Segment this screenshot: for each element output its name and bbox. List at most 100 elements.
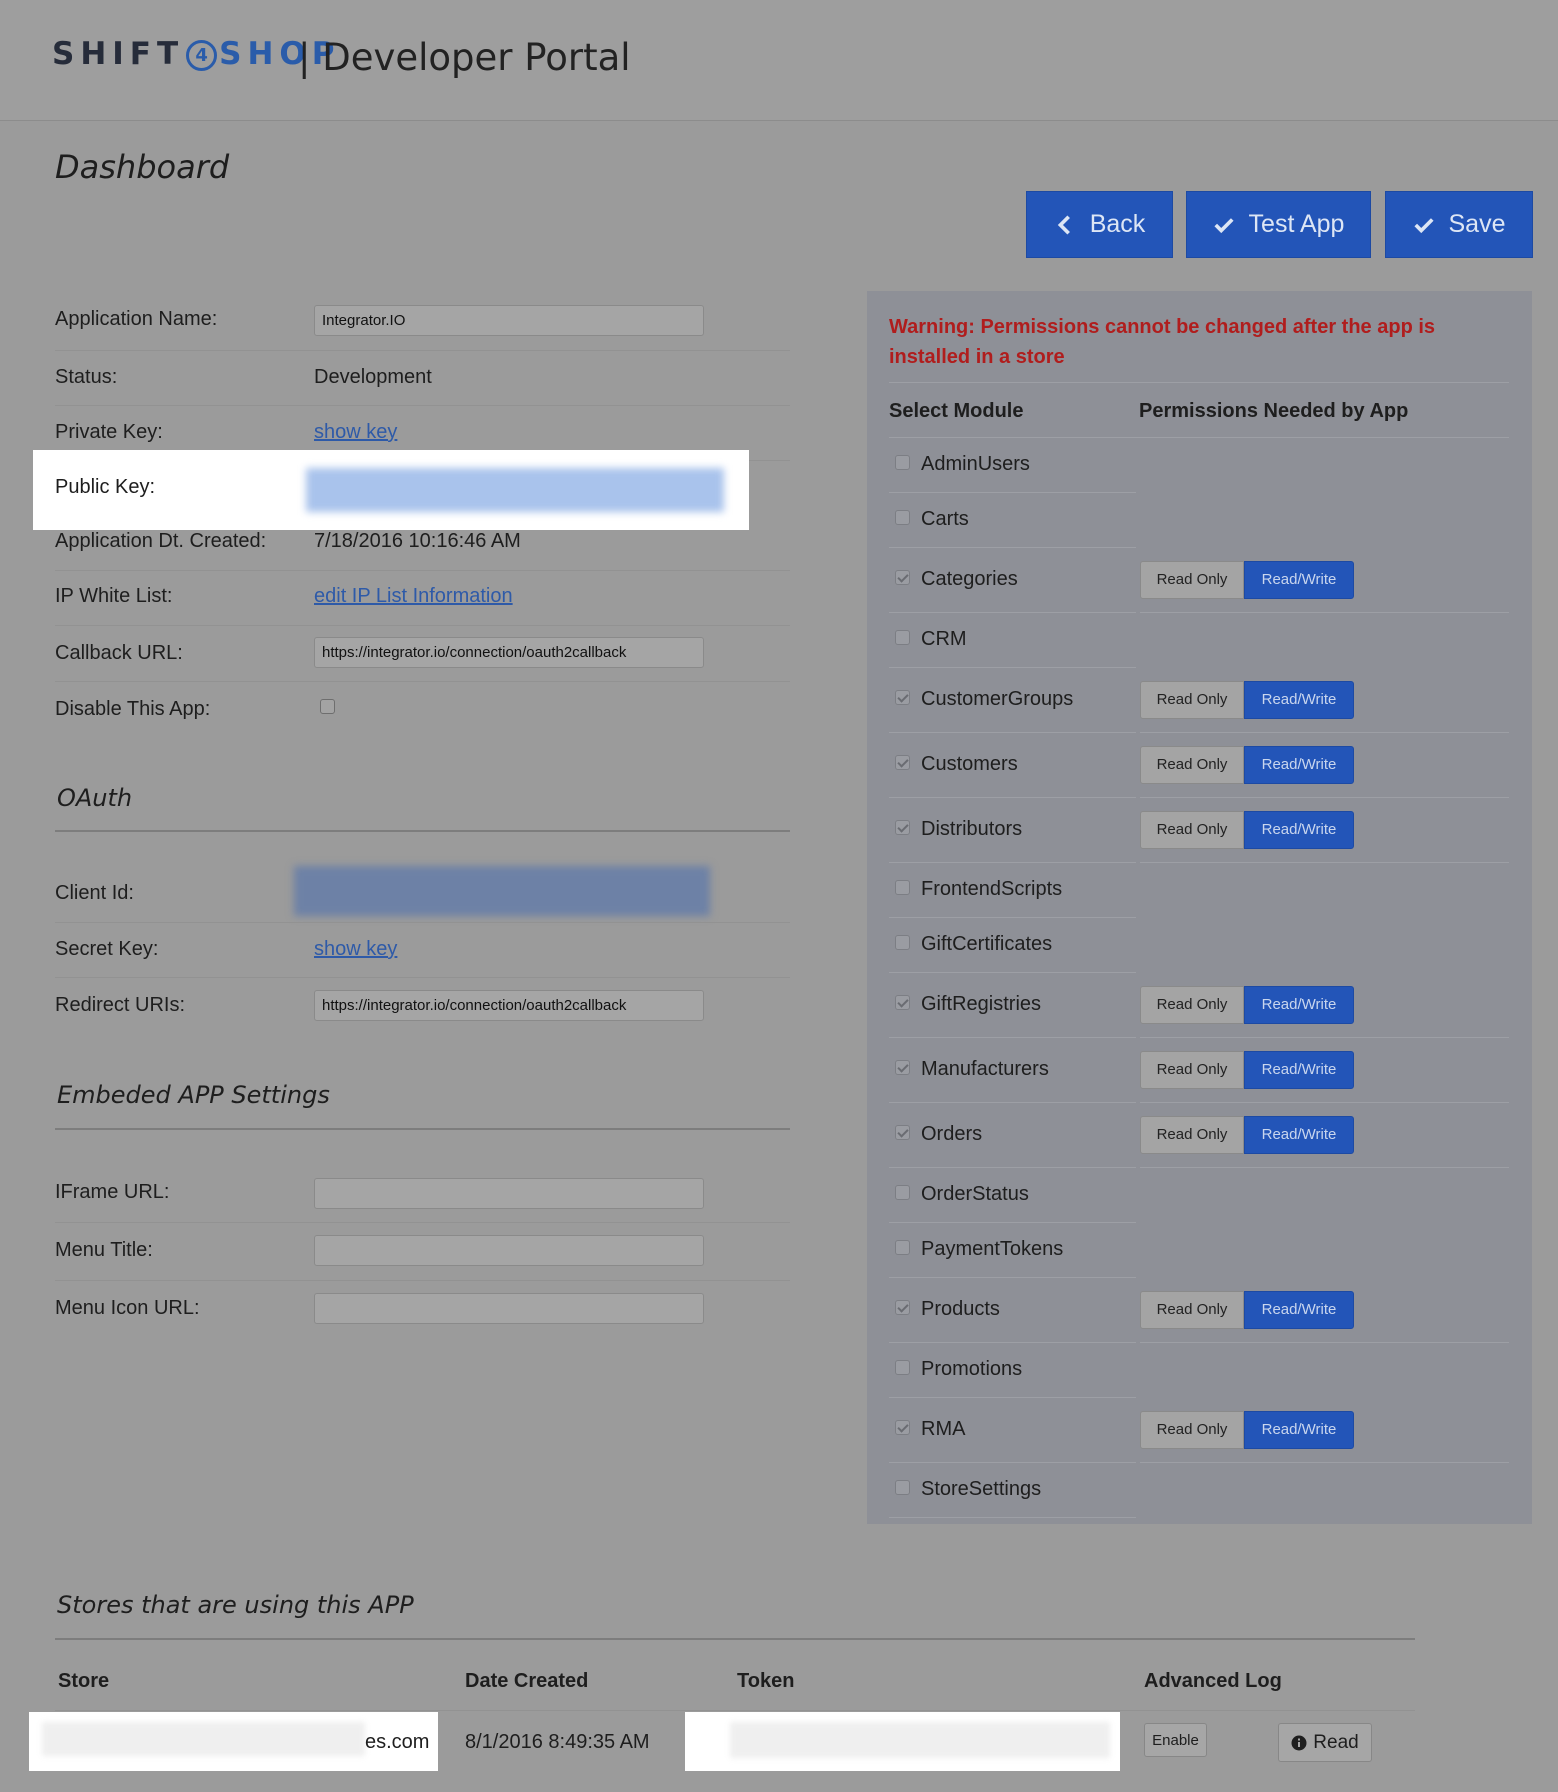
chevron-left-icon: [1057, 214, 1070, 235]
module-checkbox[interactable]: [895, 1419, 910, 1435]
read-write-button[interactable]: Read/Write: [1244, 1290, 1354, 1329]
module-divider: [889, 492, 1136, 493]
row-divider: [55, 570, 790, 571]
row-divider: [55, 922, 790, 923]
read-only-button[interactable]: Read Only: [1140, 1290, 1244, 1329]
module-name: PaymentTokens: [921, 1237, 1064, 1260]
module-name: Categories: [921, 567, 1018, 590]
menu-icon-url-input[interactable]: [314, 1293, 704, 1324]
module-checkbox[interactable]: [895, 509, 910, 525]
module-divider: [889, 732, 1136, 733]
read-write-button[interactable]: Read/Write: [1244, 745, 1354, 784]
read-only-button[interactable]: Read Only: [1140, 745, 1244, 784]
panel-divider: [889, 382, 1509, 383]
menu-title-input[interactable]: [314, 1235, 704, 1266]
secret-key-show-link[interactable]: show key: [314, 938, 397, 961]
module-checkbox[interactable]: [895, 689, 910, 705]
module-checkbox[interactable]: [895, 879, 910, 895]
module-divider: [889, 547, 1136, 548]
read-only-button[interactable]: Read Only: [1140, 1410, 1244, 1449]
permission-divider: [1140, 612, 1509, 613]
read-write-button[interactable]: Read/Write: [1244, 560, 1354, 599]
module-checkbox[interactable]: [895, 1299, 910, 1315]
read-write-button[interactable]: Read/Write: [1244, 1050, 1354, 1089]
read-write-button[interactable]: Read/Write: [1244, 1115, 1354, 1154]
read-write-button[interactable]: Read/Write: [1244, 680, 1354, 719]
application-name-input[interactable]: [314, 305, 704, 336]
enable-log-button[interactable]: Enable: [1144, 1723, 1207, 1757]
module-name: Orders: [921, 1122, 983, 1145]
secret-key-label: Secret Key:: [55, 938, 159, 960]
module-divider: [889, 612, 1136, 613]
read-log-button[interactable]: Read: [1278, 1723, 1372, 1762]
module-divider: [889, 1517, 1136, 1518]
module-divider: [889, 797, 1136, 798]
store-domain-suffix: es.com: [365, 1731, 430, 1753]
check-icon: [1413, 217, 1434, 233]
module-divider: [889, 1462, 1136, 1463]
read-write-button[interactable]: Read/Write: [1244, 985, 1354, 1024]
permission-divider: [1140, 732, 1509, 733]
enable-log-label: Enable: [1152, 1731, 1199, 1749]
read-only-button[interactable]: Read Only: [1140, 985, 1244, 1024]
module-checkbox[interactable]: [895, 1359, 910, 1375]
permissions-needed-header: Permissions Needed by App: [1139, 400, 1409, 422]
logo-four-circle: 4: [186, 40, 218, 71]
back-button-label: Back: [1089, 210, 1146, 238]
permissions-warning: Warning: Permissions cannot be changed a…: [889, 316, 1436, 368]
module-checkbox[interactable]: [895, 569, 910, 585]
read-only-button[interactable]: Read Only: [1140, 560, 1244, 599]
private-key-show-link[interactable]: show key: [314, 421, 397, 444]
module-checkbox[interactable]: [895, 934, 910, 950]
module-checkbox[interactable]: [895, 1239, 910, 1255]
read-only-button[interactable]: Read Only: [1140, 1050, 1244, 1089]
module-name: Distributors: [921, 817, 1023, 840]
test-app-button[interactable]: Test App: [1186, 191, 1371, 258]
read-only-button[interactable]: Read Only: [1140, 1115, 1244, 1154]
edit-ip-list-link[interactable]: edit IP List Information: [314, 585, 513, 608]
row-divider: [55, 1710, 1415, 1711]
info-icon: [1291, 1735, 1307, 1750]
client-id-blurred-value: [294, 866, 710, 916]
module-checkbox[interactable]: [895, 994, 910, 1010]
module-name: CustomerGroups: [921, 687, 1074, 710]
module-checkbox[interactable]: [895, 819, 910, 835]
module-checkbox[interactable]: [895, 1059, 910, 1075]
read-write-button[interactable]: Read/Write: [1244, 810, 1354, 849]
permission-divider: [1140, 862, 1509, 863]
permission-divider: [1140, 1037, 1509, 1038]
token-column-header: Token: [737, 1670, 795, 1692]
module-name: OrderStatus: [921, 1182, 1029, 1205]
check-icon: [1214, 217, 1234, 233]
advanced-log-column-header: Advanced Log: [1144, 1670, 1282, 1692]
ip-white-list-label: IP White List:: [55, 585, 173, 607]
read-log-label: Read: [1313, 1731, 1359, 1753]
read-only-button[interactable]: Read Only: [1140, 680, 1244, 719]
module-checkbox[interactable]: [895, 754, 910, 770]
disable-app-checkbox[interactable]: [320, 699, 335, 714]
redirect-uris-input[interactable]: [314, 990, 704, 1021]
store-date-created: 8/1/2016 8:49:35 AM: [465, 1731, 650, 1753]
callback-url-input[interactable]: [314, 637, 704, 668]
iframe-url-label: IFrame URL:: [55, 1181, 170, 1203]
top-header: SHIFT 4 SHOP | Developer Portal: [0, 0, 1558, 121]
store-blurred-value: [42, 1722, 365, 1756]
module-checkbox[interactable]: [895, 454, 910, 470]
status-label: Status:: [55, 366, 118, 388]
select-module-header: Select Module: [889, 400, 1024, 422]
client-id-label: Client Id:: [55, 882, 134, 904]
back-button[interactable]: Back: [1026, 191, 1173, 258]
module-checkbox[interactable]: [895, 1124, 910, 1140]
save-button[interactable]: Save: [1385, 191, 1533, 258]
iframe-url-input[interactable]: [314, 1178, 704, 1209]
portal-title: | Developer Portal: [298, 36, 631, 79]
application-name-label: Application Name:: [55, 308, 218, 330]
module-checkbox[interactable]: [895, 1184, 910, 1200]
row-divider: [55, 1280, 790, 1281]
module-checkbox[interactable]: [895, 629, 910, 645]
module-divider: [889, 1397, 1136, 1398]
module-checkbox[interactable]: [895, 1479, 910, 1495]
read-only-button[interactable]: Read Only: [1140, 810, 1244, 849]
read-write-button[interactable]: Read/Write: [1244, 1410, 1354, 1449]
module-divider: [889, 1102, 1136, 1103]
